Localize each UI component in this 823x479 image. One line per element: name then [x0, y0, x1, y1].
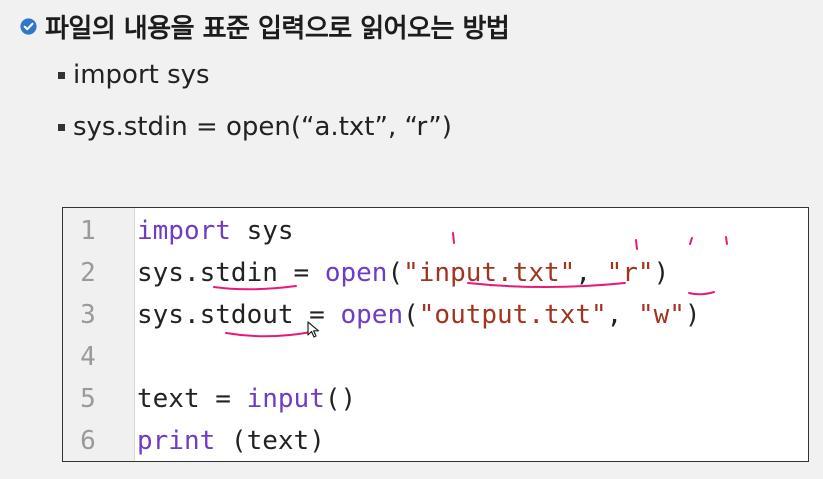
code-token: text = — [137, 384, 247, 414]
code-token: (text) — [215, 426, 325, 456]
code-line: 5 text = input() — [63, 378, 808, 420]
line-number: 2 — [80, 258, 96, 288]
slide-heading: 파일의 내용을 표준 입력으로 읽어오는 방법 — [20, 8, 510, 44]
bullet-item: sys.stdin = open(“a.txt”, “r”) — [58, 112, 452, 142]
code-text: sys.stdin = open("input.txt", "r") — [137, 252, 669, 294]
code-token: , — [575, 258, 607, 288]
check-circle-icon — [20, 17, 37, 35]
string-token: "r" — [606, 258, 654, 288]
line-number: 3 — [80, 300, 96, 330]
code-token: ( — [387, 258, 404, 288]
mouse-pointer-icon — [307, 321, 320, 338]
heading-title: 파일의 내용을 표준 입력으로 읽어오는 방법 — [45, 13, 510, 44]
string-token: "w" — [637, 300, 685, 330]
line-number: 4 — [80, 342, 96, 372]
code-block: 1 import sys 2 sys.stdin = open("input.txt"… — [62, 207, 809, 462]
code-line: 3 sys.stdout = open("output.txt", "w") — [63, 294, 808, 336]
string-token: "input.txt" — [403, 258, 576, 288]
bullet-item: import sys — [58, 60, 210, 90]
code-token: ) — [684, 300, 701, 330]
keyword-token: open — [340, 300, 404, 330]
keyword-token: input — [246, 384, 325, 414]
code-token: sys — [230, 216, 294, 246]
code-text: print (text) — [137, 420, 325, 461]
code-text: sys.stdout = open("output.txt", "w") — [137, 294, 701, 336]
keyword-token: open — [324, 258, 388, 288]
code-token: , — [606, 300, 638, 330]
line-number: 1 — [80, 216, 96, 246]
code-token: ) — [653, 258, 670, 288]
bullet-text: import sys — [73, 60, 210, 90]
square-bullet-icon — [58, 71, 65, 79]
string-token: "output.txt" — [418, 300, 607, 330]
keyword-token: import — [137, 216, 231, 246]
code-line: 4 — [63, 336, 808, 378]
keyword-token: print — [137, 426, 216, 456]
code-line: 2 sys.stdin = open("input.txt", "r") — [63, 252, 808, 294]
line-number: 6 — [80, 426, 96, 456]
bullet-text: sys.stdin = open(“a.txt”, “r”) — [73, 112, 452, 142]
square-bullet-icon — [58, 123, 65, 131]
code-text: import sys — [137, 210, 294, 252]
code-token: sys.stdin = — [137, 258, 325, 288]
code-line: 6 print (text) — [63, 420, 808, 461]
code-line: 1 import sys — [63, 210, 808, 252]
code-token: ( — [403, 300, 419, 330]
code-text: text = input() — [137, 378, 356, 420]
line-number: 5 — [80, 384, 96, 414]
code-token: () — [324, 384, 357, 414]
